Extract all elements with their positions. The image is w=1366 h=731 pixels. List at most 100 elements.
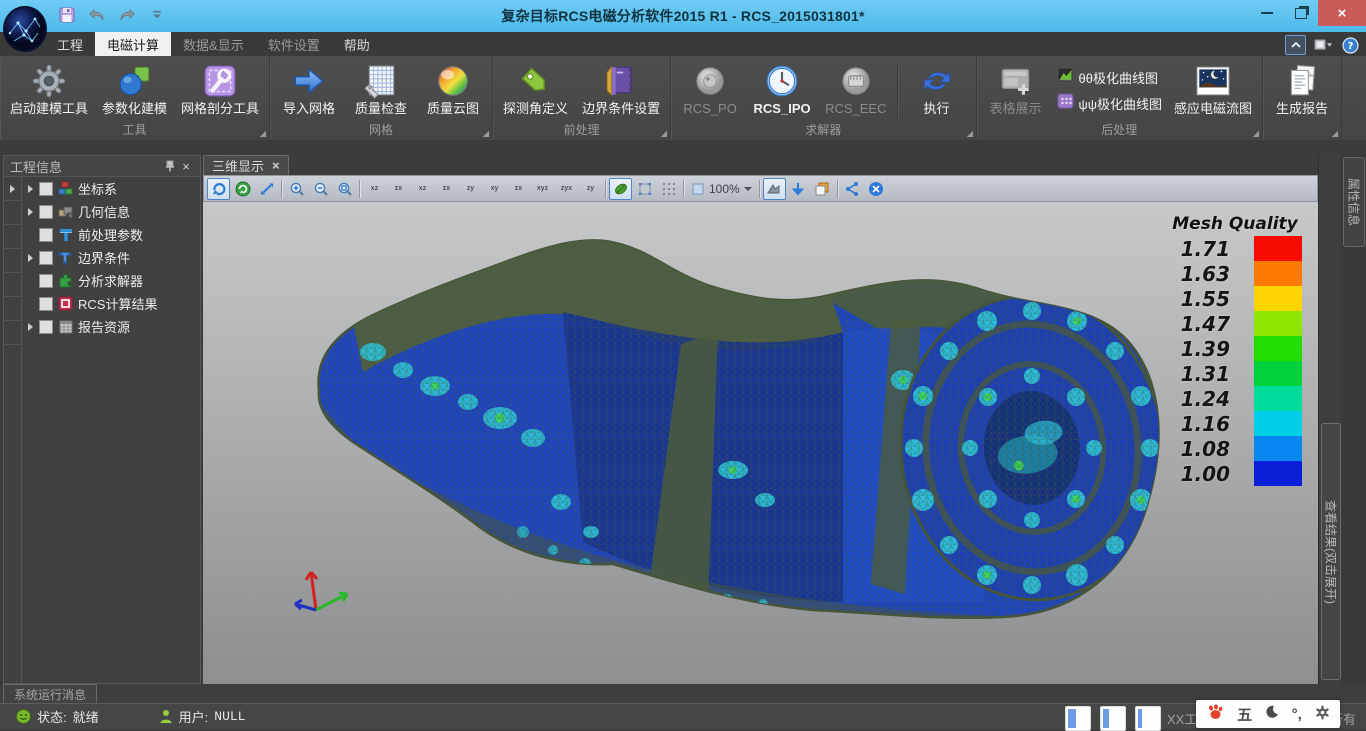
checkbox[interactable] — [39, 274, 53, 288]
view-orientation-icon[interactable]: zy — [579, 178, 602, 200]
psi-polar-chart-button[interactable]: ψψ极化曲线图 — [1057, 93, 1163, 115]
view-orientation-icon[interactable]: zy — [459, 178, 482, 200]
layout-right-icon[interactable] — [1135, 706, 1161, 731]
ribbon: 启动建模工具 参数化建模 网格剖分工具 工具 — [0, 56, 1366, 141]
checkbox[interactable] — [39, 205, 53, 219]
rotate-tool-icon[interactable] — [207, 178, 230, 200]
system-messages-tab[interactable]: 系统运行消息 — [3, 684, 97, 703]
close-panel-icon[interactable]: × — [178, 158, 194, 174]
viewport-tab-3d-display[interactable]: 三维显示 × — [203, 155, 289, 175]
view-orientation-icon[interactable]: xz — [363, 178, 386, 200]
generate-report-button[interactable]: 生成报告 — [1267, 58, 1337, 123]
cancel-icon[interactable] — [865, 178, 888, 200]
zoom-in-icon[interactable] — [285, 178, 308, 200]
tab-engineering[interactable]: 工程 — [45, 32, 95, 56]
wireframe-dots-icon[interactable] — [657, 178, 680, 200]
checkbox[interactable] — [39, 228, 53, 242]
expander-icon[interactable] — [28, 185, 33, 193]
tree-item-preprocess-params[interactable]: 前处理参数 — [21, 223, 200, 246]
checkbox[interactable] — [39, 297, 53, 311]
render-canvas[interactable]: Mesh Quality 1.71 1.63 1.55 1.47 1.39 1.… — [203, 202, 1318, 688]
boundary-settings-button[interactable]: 边界条件设置 — [576, 58, 666, 123]
dialog-launcher-icon[interactable] — [1252, 130, 1259, 137]
table-display-button[interactable]: 表格展示 — [981, 58, 1051, 123]
tree-item-report-resources[interactable]: 报告资源 — [21, 315, 200, 338]
layout-split-icon[interactable] — [1100, 706, 1126, 731]
tree-item-boundary-condition[interactable]: 边界条件 — [21, 246, 200, 269]
layout-left-icon[interactable] — [1065, 706, 1091, 731]
orbit-tool-icon[interactable] — [231, 178, 254, 200]
ime-brand-icon[interactable] — [1206, 704, 1224, 724]
zoom-level-dropdown[interactable]: 100% — [687, 182, 756, 196]
tree-item-analysis-solver[interactable]: 分析求解器 — [21, 269, 200, 292]
close-tab-icon[interactable]: × — [272, 158, 280, 173]
theta-polar-chart-button[interactable]: θθ极化曲线图 — [1057, 67, 1163, 89]
snapshot-tool-icon[interactable] — [763, 178, 786, 200]
ribbon-group-mesh: 导入网格 质量检查 质量云图 网格 — [270, 56, 493, 140]
dialog-launcher-icon[interactable] — [966, 130, 973, 137]
quality-contour-button[interactable]: 质量云图 — [418, 58, 488, 123]
tab-data-display[interactable]: 数据&显示 — [171, 32, 256, 56]
flat-shade-icon[interactable] — [633, 178, 656, 200]
minimize-button[interactable] — [1250, 0, 1284, 26]
view-orientation-icon[interactable]: xyz — [531, 178, 554, 200]
expander-icon[interactable] — [28, 254, 33, 262]
view-orientation-icon[interactable]: zx — [507, 178, 530, 200]
quality-check-button[interactable]: 质量检查 — [346, 58, 416, 123]
launch-modeling-tool-button[interactable]: 启动建模工具 — [4, 58, 94, 123]
import-mesh-button[interactable]: 导入网格 — [274, 58, 344, 123]
solver-po-button[interactable]: RCS_PO — [675, 58, 745, 123]
ime-settings-icon[interactable] — [1315, 705, 1330, 724]
redo-icon[interactable] — [116, 4, 138, 26]
window-style-icon[interactable] — [1314, 36, 1333, 54]
undo-icon[interactable] — [86, 4, 108, 26]
tab-em-computation[interactable]: 电磁计算 — [95, 32, 171, 56]
view-orientation-icon[interactable]: zx — [387, 178, 410, 200]
view-orientation-icon[interactable]: zyx — [555, 178, 578, 200]
dialog-launcher-icon[interactable] — [482, 130, 489, 137]
share-view-icon[interactable] — [841, 178, 864, 200]
induced-current-map-button[interactable]: 感应电磁流图 — [1168, 58, 1258, 123]
tree-item-coordinate-system[interactable]: 坐标系 — [21, 177, 200, 200]
tab-help[interactable]: 帮助 — [332, 32, 382, 56]
ime-wubi-mode[interactable]: 五 — [1237, 704, 1252, 725]
dialog-launcher-icon[interactable] — [259, 130, 266, 137]
scale-tool-icon[interactable] — [255, 178, 278, 200]
solver-ipo-button[interactable]: RCS_IPO — [747, 58, 817, 123]
dialog-launcher-icon[interactable] — [1331, 130, 1338, 137]
expander-icon[interactable] — [28, 208, 33, 216]
gutter-expander-icon[interactable] — [4, 177, 21, 201]
help-icon[interactable]: ? — [1341, 36, 1360, 54]
view-results-tab[interactable]: 查看结果(双击展开) — [1321, 423, 1341, 680]
save-icon[interactable] — [56, 4, 78, 26]
tree-item-geometry-info[interactable]: 几何信息 — [21, 200, 200, 223]
meshing-tool-button[interactable]: 网格剖分工具 — [175, 58, 265, 123]
save-view-icon[interactable] — [787, 178, 810, 200]
dialog-launcher-icon[interactable] — [660, 130, 667, 137]
restore-button[interactable] — [1284, 0, 1318, 26]
solver-eec-button[interactable]: RCS_EEC — [819, 58, 892, 123]
properties-info-tab[interactable]: 属性信息 — [1343, 157, 1365, 247]
checkbox[interactable] — [39, 320, 53, 334]
zoom-out-icon[interactable] — [309, 178, 332, 200]
parametric-modeling-button[interactable]: 参数化建模 — [96, 58, 173, 123]
tab-software-settings[interactable]: 软件设置 — [256, 32, 332, 56]
close-button[interactable]: × — [1318, 0, 1366, 26]
expander-icon[interactable] — [28, 323, 33, 331]
tree-item-rcs-results[interactable]: RCS计算结果 — [21, 292, 200, 315]
checkbox[interactable] — [39, 251, 53, 265]
pin-icon[interactable] — [162, 158, 178, 174]
smooth-shade-icon[interactable] — [609, 178, 632, 200]
collapse-ribbon-icon[interactable] — [1285, 35, 1306, 55]
view-orientation-icon[interactable]: xy — [483, 178, 506, 200]
view-orientation-icon[interactable]: xz — [411, 178, 434, 200]
probe-angle-button[interactable]: 探测角定义 — [497, 58, 574, 123]
view-orientation-icon[interactable]: zx — [435, 178, 458, 200]
run-button[interactable]: 执行 — [902, 58, 972, 123]
ime-moon-icon[interactable] — [1265, 705, 1279, 723]
quick-access-more-icon[interactable] — [146, 4, 168, 26]
zoom-fit-icon[interactable] — [333, 178, 356, 200]
ime-punct-mode[interactable]: °, — [1292, 706, 1302, 723]
copy-view-icon[interactable] — [811, 178, 834, 200]
checkbox[interactable] — [39, 182, 53, 196]
